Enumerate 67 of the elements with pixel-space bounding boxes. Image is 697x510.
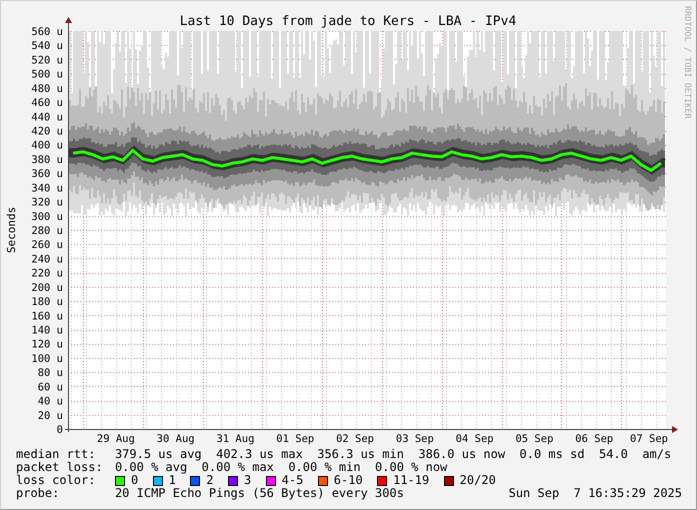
legend-value: 356.3 us min bbox=[317, 448, 404, 461]
legend-label: packet loss: bbox=[16, 461, 101, 474]
y-tick-label: 200 u bbox=[31, 282, 63, 294]
y-tick-label: 540 u bbox=[31, 40, 63, 52]
x-tick-label: 03 Sep bbox=[396, 433, 434, 445]
y-tick-label: 460 u bbox=[31, 97, 63, 110]
y-tick-label: 100 u bbox=[31, 352, 63, 365]
y-tick-label: 160 u bbox=[31, 310, 63, 322]
y-tick-label: 0 bbox=[56, 424, 63, 436]
legend-label: loss color: bbox=[16, 474, 96, 487]
legend-value: 0.00 % min bbox=[288, 461, 361, 474]
swatch-label: 6-10 bbox=[334, 474, 363, 487]
probe-description: 20 ICMP Echo Pings (56 Bytes) every 300s bbox=[114, 487, 404, 500]
legend-value: 0.0 ms sd bbox=[520, 448, 585, 461]
y-tick-label: 80 u bbox=[38, 367, 63, 380]
y-tick-label: 400 u bbox=[31, 140, 63, 152]
legend-value: 54.0 bbox=[598, 448, 628, 461]
x-tick-label: 29 Aug bbox=[96, 433, 135, 445]
swatch-label: 11-19 bbox=[393, 474, 430, 487]
y-tick-label: 360 u bbox=[31, 168, 63, 180]
y-tick-label: 500 u bbox=[31, 68, 63, 81]
y-tick-label: 520 u bbox=[31, 54, 63, 66]
timestamp: Sun Sep 7 16:35:29 2025 bbox=[508, 487, 682, 500]
y-tick-label: 320 u bbox=[31, 196, 63, 209]
y-axis-title: Seconds bbox=[5, 206, 18, 254]
legend-value: 386.0 us now bbox=[418, 448, 506, 461]
y-tick-label: 240 u bbox=[31, 253, 63, 266]
legend-label: median rtt: bbox=[16, 448, 96, 461]
legend-value: 0.00 % now bbox=[375, 461, 448, 474]
swatch-label: 0 bbox=[130, 474, 138, 487]
legend-value: 402.3 us max bbox=[216, 448, 303, 461]
x-tick-label: 01 Sep bbox=[276, 433, 314, 445]
y-tick-label: 40 u bbox=[38, 396, 63, 408]
y-tick-label: 380 u bbox=[31, 154, 63, 166]
y-tick-label: 560 u bbox=[31, 26, 63, 38]
x-tick-label: 05 Sep bbox=[515, 433, 554, 445]
y-tick-label: 140 u bbox=[31, 324, 63, 336]
x-tick-label: 30 Aug bbox=[156, 433, 195, 445]
y-tick-label: 220 u bbox=[31, 268, 63, 280]
x-tick-label: 06 Sep bbox=[575, 433, 614, 445]
y-tick-label: 120 u bbox=[31, 338, 63, 351]
swatch-label: 4-5 bbox=[282, 474, 304, 487]
y-tick-label: 280 u bbox=[31, 225, 63, 237]
swatch-label: 3 bbox=[244, 474, 252, 487]
swatch-label: 1 bbox=[168, 474, 176, 487]
legend-value: 0.00 % avg bbox=[114, 461, 188, 474]
x-tick-label: 04 Sep bbox=[456, 433, 494, 445]
y-tick-label: 440 u bbox=[31, 111, 63, 124]
swatch-label: 20/20 bbox=[460, 474, 496, 487]
y-tick-label: 260 u bbox=[31, 239, 63, 252]
y-tick-label: 180 u bbox=[31, 296, 63, 308]
y-tick-label: 480 u bbox=[31, 82, 63, 95]
y-tick-label: 300 u bbox=[31, 210, 63, 223]
x-tick-label: 07 Sep bbox=[630, 433, 668, 445]
y-tick-label: 60 u bbox=[38, 381, 63, 394]
chart-title: Last 10 Days from jade to Kers - LBA - IPv4 bbox=[180, 14, 516, 29]
legend-value: am/s bbox=[642, 448, 672, 461]
legend-value: 379.5 us avg bbox=[114, 448, 202, 461]
legend-value: 0.00 % max bbox=[202, 461, 274, 474]
y-tick-label: 20 u bbox=[38, 410, 63, 422]
y-tick-label: 420 u bbox=[31, 126, 63, 138]
credit-text: RRDTOOL / TOBI OETIKER bbox=[682, 6, 692, 119]
x-tick-label: 31 Aug bbox=[216, 433, 254, 445]
x-tick-label: 02 Sep bbox=[336, 433, 374, 445]
swatch-label: 2 bbox=[206, 474, 214, 487]
y-tick-label: 340 u bbox=[31, 182, 63, 194]
legend-label: probe: bbox=[16, 487, 60, 500]
